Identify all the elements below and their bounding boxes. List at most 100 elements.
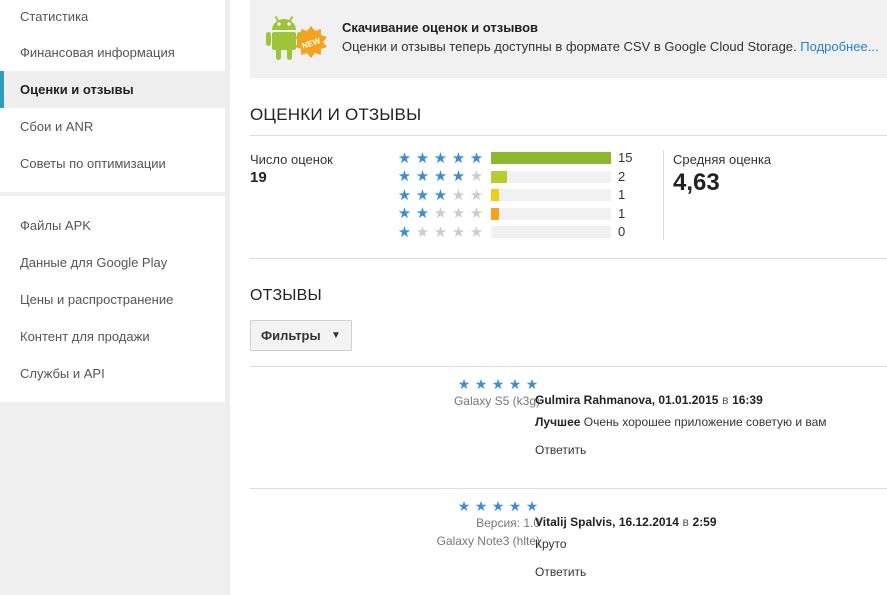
star-icon: ★ xyxy=(469,205,484,223)
review-stars: ★ ★ ★ ★ ★ xyxy=(380,377,540,392)
star-icon: ★ xyxy=(397,186,412,204)
star-icon: ★ xyxy=(457,376,471,392)
review-title: Лучшее xyxy=(535,415,581,429)
review-meta: ★ ★ ★ ★ ★ Galaxy S5 (k3g) xyxy=(380,377,540,410)
divider xyxy=(250,366,887,367)
star-icon: ★ xyxy=(469,168,484,186)
nav-group-publishing: Файлы APK Данные для Google Play Цены и … xyxy=(0,196,225,402)
review-author: Vitalij Spalvis xyxy=(535,515,613,529)
star-icon: ★ xyxy=(415,168,430,186)
star-icon: ★ xyxy=(457,498,471,514)
star-icon: ★ xyxy=(525,498,539,514)
star-icon: ★ xyxy=(451,186,466,204)
rating-count: 15 xyxy=(618,150,633,165)
rating-row-2: ★ ★ ★ ★ ★ 1 xyxy=(396,205,646,224)
sidebar-item-apk-files[interactable]: Файлы APK xyxy=(0,207,225,244)
review-date: 16.12.2014 xyxy=(618,515,679,529)
sidebar-item-in-app-products[interactable]: Контент для продажи xyxy=(0,318,225,355)
sidebar-item-statistics[interactable]: Статистика xyxy=(0,0,225,34)
filters-label: Фильтры xyxy=(261,328,321,343)
sidebar-item-pricing-distribution[interactable]: Цены и распространение xyxy=(0,281,225,318)
star-icon: ★ xyxy=(433,168,448,186)
review-in-word: в xyxy=(722,393,729,407)
star-icon: ★ xyxy=(508,376,522,392)
star-icon: ★ xyxy=(397,168,412,186)
review-stars: ★ ★ ★ ★ ★ xyxy=(380,499,540,514)
divider xyxy=(663,150,664,240)
star-icon: ★ xyxy=(451,205,466,223)
sidebar-item-financial[interactable]: Финансовая информация xyxy=(0,34,225,71)
sidebar-item-services-api[interactable]: Службы и API xyxy=(0,355,225,392)
star-icon: ★ xyxy=(397,223,412,241)
reviews-section-title: ОТЗЫВЫ xyxy=(250,287,322,304)
sidebar-item-optimization-tips[interactable]: Советы по оптимизации xyxy=(0,145,225,182)
rating-count-value: 19 xyxy=(250,169,267,186)
sidebar: Статистика Финансовая информация Оценки … xyxy=(0,0,225,595)
rating-count-label: Число оценок xyxy=(250,152,333,167)
star-icon: ★ xyxy=(415,186,430,204)
rating-row-5: ★ ★ ★ ★ ★ 15 xyxy=(396,149,646,168)
star-icon: ★ xyxy=(451,149,466,167)
rating-bar-fill xyxy=(491,189,500,201)
rating-row-stars: ★ ★ ★ ★ ★ xyxy=(396,225,490,240)
divider xyxy=(250,135,887,136)
star-icon: ★ xyxy=(433,149,448,167)
star-icon: ★ xyxy=(491,376,505,392)
rating-row-stars: ★ ★ ★ ★ ★ xyxy=(396,206,490,221)
rating-row-stars: ★ ★ ★ ★ ★ xyxy=(396,188,490,203)
review-text: Круто xyxy=(535,537,567,551)
star-icon: ★ xyxy=(474,376,488,392)
rating-count: 1 xyxy=(618,187,626,202)
review-version: Версия: 1.0 xyxy=(476,516,540,530)
sidebar-item-crashes-anr[interactable]: Сбои и ANR xyxy=(0,108,225,145)
rating-bar-track xyxy=(491,226,611,238)
main-content: NEW Скачивание оценок и отзывов Оценки и… xyxy=(230,0,887,595)
review-in-word: в xyxy=(682,515,689,529)
star-icon: ★ xyxy=(433,186,448,204)
star-icon: ★ xyxy=(469,223,484,241)
ratings-section-title: ОЦЕНКИ И ОТЗЫВЫ xyxy=(250,105,422,124)
rating-bar-track xyxy=(491,170,611,183)
sidebar-item-store-listing[interactable]: Данные для Google Play xyxy=(0,244,225,281)
review-time: 16:39 xyxy=(732,393,763,407)
star-icon: ★ xyxy=(415,223,430,241)
rating-row-3: ★ ★ ★ ★ ★ 1 xyxy=(396,186,646,205)
rating-count: 1 xyxy=(618,205,626,221)
reply-link[interactable]: Ответить xyxy=(535,443,827,457)
caret-down-icon: ▼ xyxy=(331,330,341,341)
star-icon: ★ xyxy=(433,223,448,241)
star-icon: ★ xyxy=(525,376,539,392)
android-new-icon: NEW xyxy=(264,12,334,64)
reply-link[interactable]: Ответить xyxy=(535,565,717,579)
rating-bar-track xyxy=(491,152,611,164)
star-icon: ★ xyxy=(474,498,488,514)
filters-dropdown-button[interactable]: Фильтры ▼ xyxy=(250,320,352,351)
divider xyxy=(250,488,887,489)
star-icon: ★ xyxy=(491,498,505,514)
star-icon: ★ xyxy=(415,149,430,167)
rating-row-4: ★ ★ ★ ★ ★ 2 xyxy=(396,168,646,187)
csv-download-banner: NEW Скачивание оценок и отзывов Оценки и… xyxy=(250,0,887,78)
review-author: Gulmira Rahmanova xyxy=(535,393,652,407)
banner-more-link[interactable]: Подробнее... xyxy=(800,39,878,54)
divider xyxy=(250,258,887,259)
star-icon: ★ xyxy=(451,223,466,241)
review-time: 2:59 xyxy=(692,515,717,529)
rating-row-stars: ★ ★ ★ ★ ★ xyxy=(396,169,490,184)
review-text: Очень хорошее приложение советую и вам xyxy=(583,415,827,429)
star-icon: ★ xyxy=(451,168,466,186)
review-device: Galaxy S5 (k3g) xyxy=(453,394,540,408)
review-meta: ★ ★ ★ ★ ★ Версия: 1.0 Galaxy Note3 (hlte… xyxy=(380,499,540,550)
rating-bar-track xyxy=(491,207,611,220)
star-icon: ★ xyxy=(508,498,522,514)
rating-count: 0 xyxy=(618,224,626,239)
average-rating-label: Средняя оценка xyxy=(673,152,772,167)
rating-distribution: ★ ★ ★ ★ ★ 15 ★ ★ ★ ★ ★ 2 ★ ★ ★ ★ ★ 1 ★ ★ ★ ★ ★ 1 ★ ★ ★ ★ ★ 0 xyxy=(396,149,646,242)
banner-title: Скачивание оценок и отзывов xyxy=(342,20,539,35)
rating-bar-track xyxy=(491,189,611,201)
banner-description-text: Оценки и отзывы теперь доступны в формат… xyxy=(342,39,797,54)
rating-row-stars: ★ ★ ★ ★ ★ xyxy=(396,151,490,166)
sidebar-item-ratings-reviews[interactable]: Оценки и отзывы xyxy=(0,71,225,108)
rating-bar-fill xyxy=(491,152,611,164)
rating-count: 2 xyxy=(618,168,626,184)
